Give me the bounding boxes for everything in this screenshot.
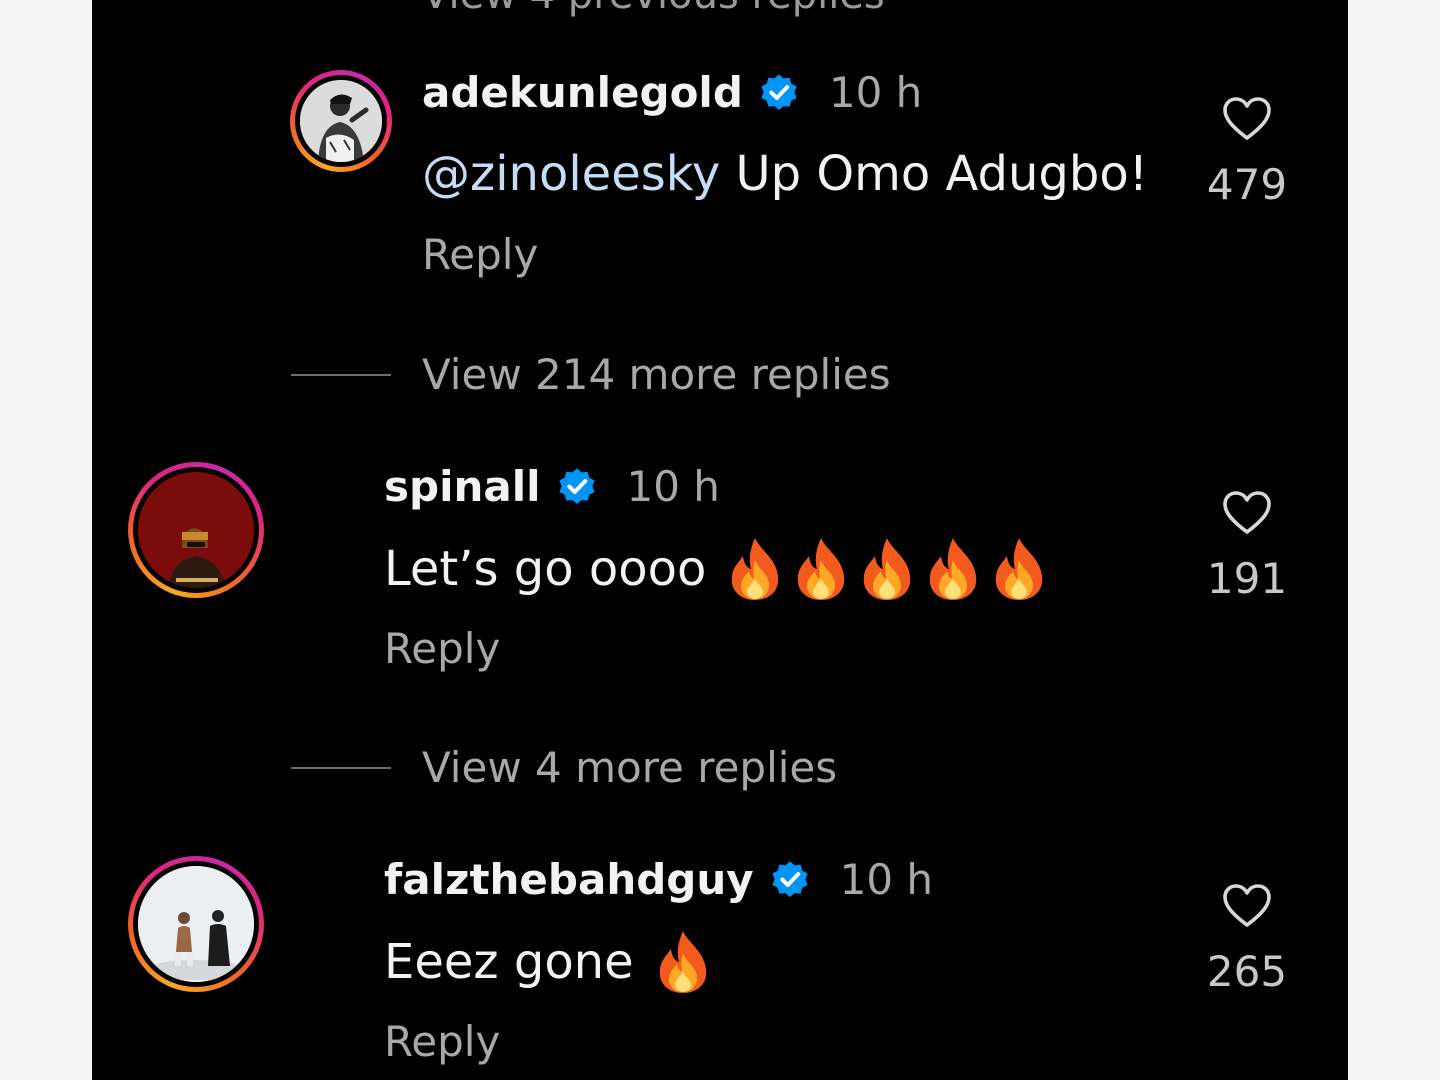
heart-outline-icon[interactable] [1222, 96, 1272, 142]
comment-body: Eeez gone [384, 934, 634, 990]
comment-body: Up Omo Adugbo! [735, 146, 1148, 202]
view-previous-replies[interactable]: View 4 previous replies [422, 0, 885, 18]
heart-outline-icon[interactable] [1222, 883, 1272, 929]
fire-emoji [652, 929, 714, 995]
heart-outline-icon[interactable] [1222, 490, 1272, 536]
comment-time: 10 h [626, 461, 720, 511]
comment-username[interactable]: spinall [384, 462, 541, 511]
avatar-adekunlegold[interactable] [290, 70, 392, 172]
comment-body: Let’s go oooo [384, 541, 707, 597]
verified-badge-icon [555, 464, 599, 508]
reply-button[interactable]: Reply [384, 1017, 500, 1066]
fire-emoji-group [724, 536, 1050, 602]
avatar-image [138, 866, 254, 982]
replies-divider [291, 374, 391, 376]
fire-emoji [922, 536, 984, 602]
mention-link[interactable]: @zinoleesky [422, 146, 720, 202]
fire-emoji [724, 536, 786, 602]
comment-username[interactable]: adekunlegold [422, 68, 743, 117]
avatar-spinall[interactable] [128, 462, 264, 598]
reply-button[interactable]: Reply [384, 624, 500, 673]
like-count: 265 [1206, 947, 1288, 996]
comment-username[interactable]: falzthebahdguy [384, 855, 754, 904]
replies-divider [291, 767, 391, 769]
avatar-falzthebahdguy[interactable] [128, 856, 264, 992]
comment-text: @zinoleesky Up Omo Adugbo! [422, 146, 1148, 202]
verified-badge-icon [757, 70, 801, 114]
comment-time: 10 h [828, 67, 923, 117]
view-more-replies[interactable]: View 4 more replies [422, 743, 837, 792]
comment-text: Let’s go oooo [384, 536, 1050, 602]
comment-text: Eeez gone [384, 929, 714, 995]
fire-emoji [988, 536, 1050, 602]
comments-screen: View 4 previous replies adekunlegold 10 … [92, 0, 1348, 1080]
verified-badge-icon [768, 857, 812, 901]
view-more-replies[interactable]: View 214 more replies [422, 350, 891, 399]
reply-button[interactable]: Reply [422, 230, 538, 279]
fire-emoji-group [652, 929, 714, 995]
like-count: 191 [1206, 554, 1288, 603]
comment-time: 10 h [839, 854, 934, 904]
avatar-image [300, 80, 382, 162]
fire-emoji [790, 536, 852, 602]
like-count: 479 [1206, 160, 1288, 209]
fire-emoji [856, 536, 918, 602]
avatar-image [138, 472, 254, 588]
